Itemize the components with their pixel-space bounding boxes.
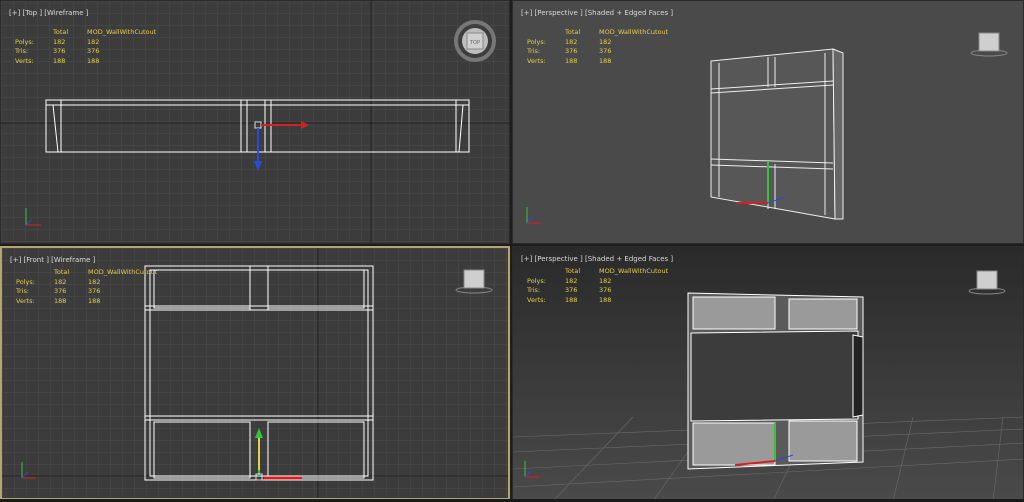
stats-overlay: Total MOD_WallWithCutout Polys: 182 182 Tri… [527,267,689,305]
stats-polys-label: Polys: [16,277,35,286]
stats-polys-total: 182 [565,37,578,46]
stats-tris-total: 376 [53,47,66,55]
stats-tris-object: 376 [87,47,100,55]
axis-tripod-icon [526,207,541,224]
transform-gizmo-icon [254,121,309,171]
transform-gizmo-icon [255,428,302,481]
stats-verts-object: 188 [599,295,612,304]
stats-tris-label: Tris: [527,286,541,294]
viewport-label[interactable]: [+] [Top ] [Wireframe ] [9,9,88,17]
stats-header-object: MOD_WallWithCutout [88,268,158,276]
stats-verts-object: 188 [88,296,101,305]
stats-tris-object: 376 [88,287,101,295]
viewport-perspective-1[interactable]: [+] [Perspective ] [Shaded + Edged Faces… [512,0,1024,244]
stats-verts-label: Verts: [527,56,546,65]
viewport-label[interactable]: [+] [Perspective ] [Shaded + Edged Faces… [521,9,673,17]
stats-overlay: Total MOD_WallWithCutout Polys: 182 182 Tri… [527,28,689,66]
stats-tris-object: 376 [599,47,612,55]
stats-header-total: Total [54,268,70,276]
viewcube-icon: TOP [454,20,496,62]
stats-tris-object: 376 [599,286,612,294]
stats-verts-total: 188 [565,56,578,65]
stats-polys-object: 182 [599,37,612,46]
stats-polys-label: Polys: [15,37,34,46]
stats-polys-label: Polys: [527,37,546,46]
stats-tris-total: 376 [54,287,67,295]
viewport-top[interactable]: TOP [+] [Top ] [Wireframe ] Total MOD_Wal… [0,0,510,244]
viewport-label[interactable]: [+] [Perspective ] [Shaded + Edged Faces… [521,255,673,263]
viewport-front[interactable]: [+] [Front ] [Wireframe ] Total MOD_WallW… [0,246,510,500]
stats-verts-total: 188 [53,56,66,65]
stats-verts-object: 188 [87,56,100,65]
axis-tripod-icon [25,208,41,226]
stats-polys-total: 182 [54,277,67,286]
stats-overlay: Total MOD_WallWithCutout Polys: 182 182 Tri… [15,28,177,66]
stats-tris-total: 376 [565,286,578,294]
wall-perspective-outline-1 [710,48,844,220]
stats-polys-label: Polys: [527,276,546,285]
stats-verts-label: Verts: [16,296,35,305]
stats-header-object: MOD_WallWithCutout [599,28,669,36]
stats-header-object: MOD_WallWithCutout [599,267,669,275]
stats-header-object: MOD_WallWithCutout [87,28,157,36]
stats-header-total: Total [53,28,69,36]
stats-polys-object: 182 [87,37,100,46]
stats-polys-object: 182 [599,276,612,285]
viewport-label[interactable]: [+] [Front ] [Wireframe ] [10,256,95,264]
viewcube-icon [970,32,1008,57]
stats-header-total: Total [565,267,581,275]
stats-verts-label: Verts: [15,56,34,65]
stats-verts-total: 188 [54,296,67,305]
viewcube-icon [455,269,493,294]
stats-tris-label: Tris: [527,47,541,55]
stats-header-total: Total [565,28,581,36]
stats-verts-total: 188 [565,295,578,304]
stats-polys-total: 182 [53,37,66,46]
stats-polys-object: 182 [88,277,101,286]
stats-tris-label: Tris: [15,47,29,55]
stats-tris-total: 376 [565,47,578,55]
viewcube-face-label: TOP [469,40,480,46]
stats-verts-object: 188 [599,56,612,65]
stats-tris-label: Tris: [16,287,30,295]
stats-overlay: Total MOD_WallWithCutout Polys: 182 182 Tri… [16,268,178,306]
stats-polys-total: 182 [565,276,578,285]
stats-verts-label: Verts: [527,295,546,304]
viewport-perspective-2[interactable]: [+] [Perspective ] [Shaded + Edged Faces… [512,246,1024,500]
